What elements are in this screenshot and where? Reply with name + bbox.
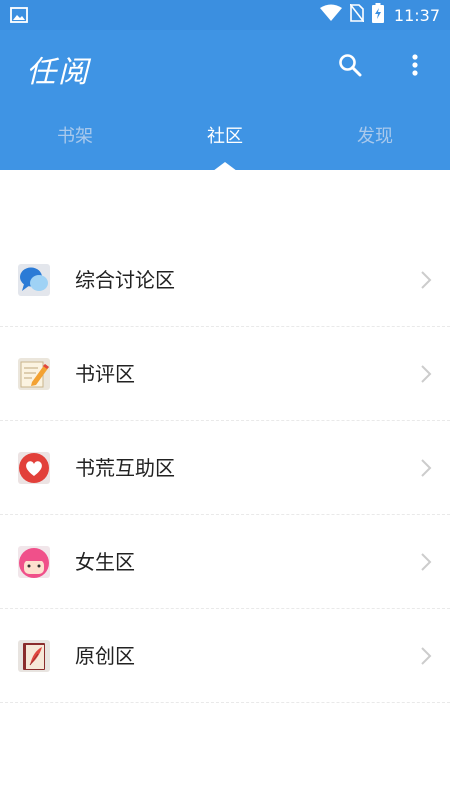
app-title: 任阅 <box>26 55 90 90</box>
more-options-button[interactable] <box>402 51 428 83</box>
app-bar: 任阅 书架 社区 发现 <box>0 30 450 171</box>
tab-bookshelf[interactable]: 书架 <box>0 120 150 170</box>
tab-discover[interactable]: 发现 <box>300 120 450 170</box>
list-item-book-review[interactable]: 书评区 <box>0 327 450 421</box>
chevron-right-icon <box>419 646 433 666</box>
battery-charging-icon <box>371 3 384 27</box>
search-icon <box>338 53 362 81</box>
list-item-label: 综合讨论区 <box>75 268 175 292</box>
chevron-right-icon <box>419 364 433 384</box>
status-time: 11:37 <box>393 5 440 25</box>
status-bar: 11:37 <box>0 0 450 30</box>
more-vertical-icon <box>412 54 418 80</box>
heart-icon <box>18 452 50 484</box>
community-list: 综合讨论区 书评区 书荒互助区 女生区 原创区 <box>0 233 450 703</box>
list-item-book-help[interactable]: 书荒互助区 <box>0 421 450 515</box>
chevron-right-icon <box>419 458 433 478</box>
book-quill-icon <box>18 640 50 672</box>
list-item-label: 书评区 <box>75 362 135 386</box>
list-item-label: 女生区 <box>75 550 135 574</box>
list-item-label: 原创区 <box>75 644 135 668</box>
active-tab-indicator <box>213 162 237 171</box>
list-item-label: 书荒互助区 <box>75 456 175 480</box>
chevron-right-icon <box>419 270 433 290</box>
list-item-general-discussion[interactable]: 综合讨论区 <box>0 233 450 327</box>
chat-bubbles-icon <box>18 264 50 296</box>
search-button[interactable] <box>334 51 366 83</box>
gallery-notification-icon <box>10 6 30 24</box>
girl-face-icon <box>18 546 50 578</box>
wifi-icon <box>319 4 342 26</box>
list-item-original[interactable]: 原创区 <box>0 609 450 703</box>
list-item-girls[interactable]: 女生区 <box>0 515 450 609</box>
chevron-right-icon <box>419 552 433 572</box>
no-sim-icon <box>349 3 365 26</box>
notepad-pencil-icon <box>18 358 50 390</box>
